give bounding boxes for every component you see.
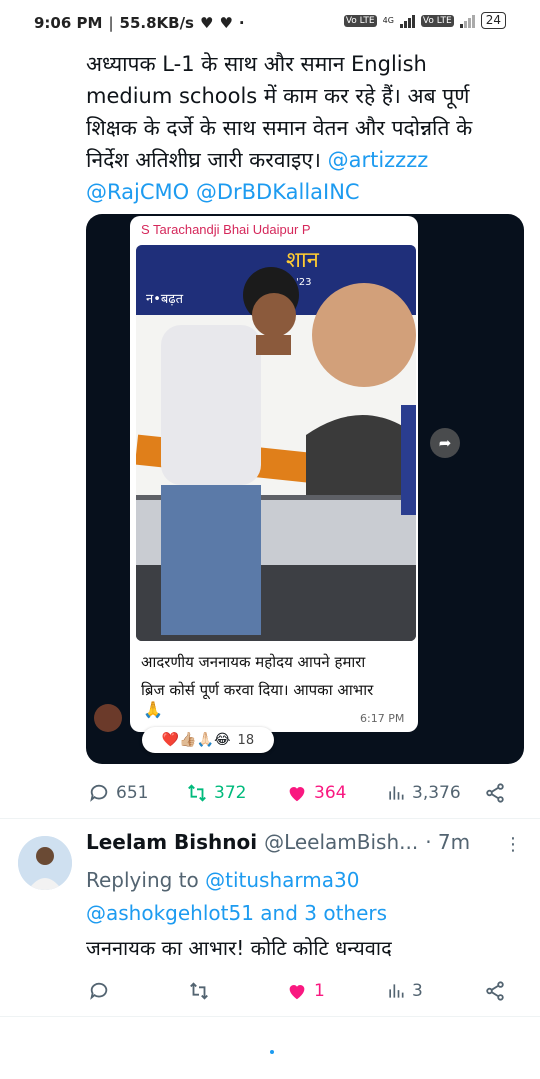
mention-link[interactable]: @ashokgehlot51 and 3 others bbox=[86, 897, 516, 930]
signal-icon bbox=[399, 14, 415, 28]
reactions-pill: ❤️👍🏼🙏🏻😂 18 bbox=[142, 727, 274, 753]
replying-to: Replying to @titusharma30 @ashokgehlot51… bbox=[86, 864, 516, 930]
reply-button[interactable] bbox=[88, 980, 110, 1002]
heart-icon bbox=[289, 985, 305, 1000]
avatar[interactable] bbox=[18, 836, 72, 890]
photo-text: शान bbox=[286, 248, 320, 273]
heart-icon bbox=[289, 787, 305, 802]
pray-emoji: 🙏 bbox=[143, 700, 163, 719]
network-label: 4G bbox=[382, 16, 394, 25]
tweet-action-bar: 651 372 364 3,376 bbox=[0, 780, 540, 806]
mention-link[interactable]: @artizzzz bbox=[328, 148, 429, 172]
views-button[interactable]: 3 bbox=[386, 981, 423, 1001]
reaction-count: 18 bbox=[237, 732, 255, 748]
reply-button[interactable]: 651 bbox=[88, 782, 148, 804]
reply-icon bbox=[90, 982, 108, 1000]
share-button[interactable] bbox=[484, 980, 506, 1002]
retweet-button[interactable]: 372 bbox=[186, 782, 246, 804]
forward-icon[interactable]: ➦ bbox=[430, 428, 460, 458]
views-icon bbox=[389, 786, 404, 800]
heart-icon: ♥ bbox=[219, 14, 233, 32]
photo: न•बढ़त शान '23 bbox=[136, 245, 416, 641]
avatar bbox=[94, 704, 122, 732]
status-speed: 55.8KB/s bbox=[119, 14, 194, 32]
volte-icon: Vo LTE bbox=[343, 14, 377, 27]
reaction-emojis: ❤️👍🏼🙏🏻😂 bbox=[161, 732, 231, 748]
heart-icon: ♥ bbox=[200, 14, 214, 32]
author-handle[interactable]: @LeelamBish... bbox=[264, 830, 418, 854]
volte-icon: Vo LTE bbox=[420, 14, 454, 27]
mention-link[interactable]: @DrBDKallaINC bbox=[196, 180, 360, 204]
loading-indicator bbox=[270, 1050, 274, 1054]
status-time: 9:06 PM bbox=[34, 14, 103, 32]
retweet-button[interactable] bbox=[188, 980, 210, 1002]
reply-action-bar: 1 3 bbox=[0, 978, 540, 1004]
reply-text: जननायक का आभार! कोटि कोटि धन्यवाद bbox=[86, 936, 392, 960]
dot-icon: · bbox=[238, 14, 245, 32]
retweet-icon bbox=[188, 784, 206, 802]
share-button[interactable] bbox=[484, 782, 506, 804]
mention-link[interactable]: @titusharma30 bbox=[205, 868, 359, 892]
tweet-text: अध्यापक L-1 के साथ और समान English mediu… bbox=[86, 52, 473, 204]
chat-caption: आदरणीय जननायक महोदय आपने हमारा ब्रिज कोर… bbox=[141, 653, 374, 699]
chat-time: 6:17 PM bbox=[360, 712, 405, 725]
reply-time: · 7m bbox=[425, 830, 471, 854]
reply-icon bbox=[90, 784, 108, 802]
retweet-icon bbox=[190, 982, 208, 1000]
like-button[interactable]: 364 bbox=[286, 782, 346, 804]
author-name[interactable]: Leelam Bishnoi bbox=[86, 830, 257, 854]
battery-icon: 24 bbox=[480, 12, 506, 29]
photo-text: '23 bbox=[296, 277, 311, 288]
share-icon bbox=[486, 783, 504, 803]
divider bbox=[0, 818, 540, 819]
photo-text: न•बढ़त bbox=[146, 292, 184, 307]
more-icon[interactable]: ⋮ bbox=[504, 834, 522, 855]
signal-icon bbox=[459, 14, 475, 28]
share-icon bbox=[486, 981, 504, 1001]
views-icon bbox=[389, 984, 404, 998]
status-bar: 9:06 PM | 55.8KB/s ♥ ♥ · Vo LTE 4G Vo LT… bbox=[0, 0, 540, 48]
like-button[interactable]: 1 bbox=[286, 980, 325, 1002]
views-button[interactable]: 3,376 bbox=[386, 783, 461, 803]
chat-sender: S Tarachandji Bhai Udaipur P bbox=[141, 222, 311, 237]
reply-author[interactable]: Leelam Bishnoi @LeelamBish... · 7m bbox=[86, 830, 470, 854]
mention-link[interactable]: @RajCMO bbox=[86, 180, 189, 204]
divider bbox=[0, 1016, 540, 1017]
